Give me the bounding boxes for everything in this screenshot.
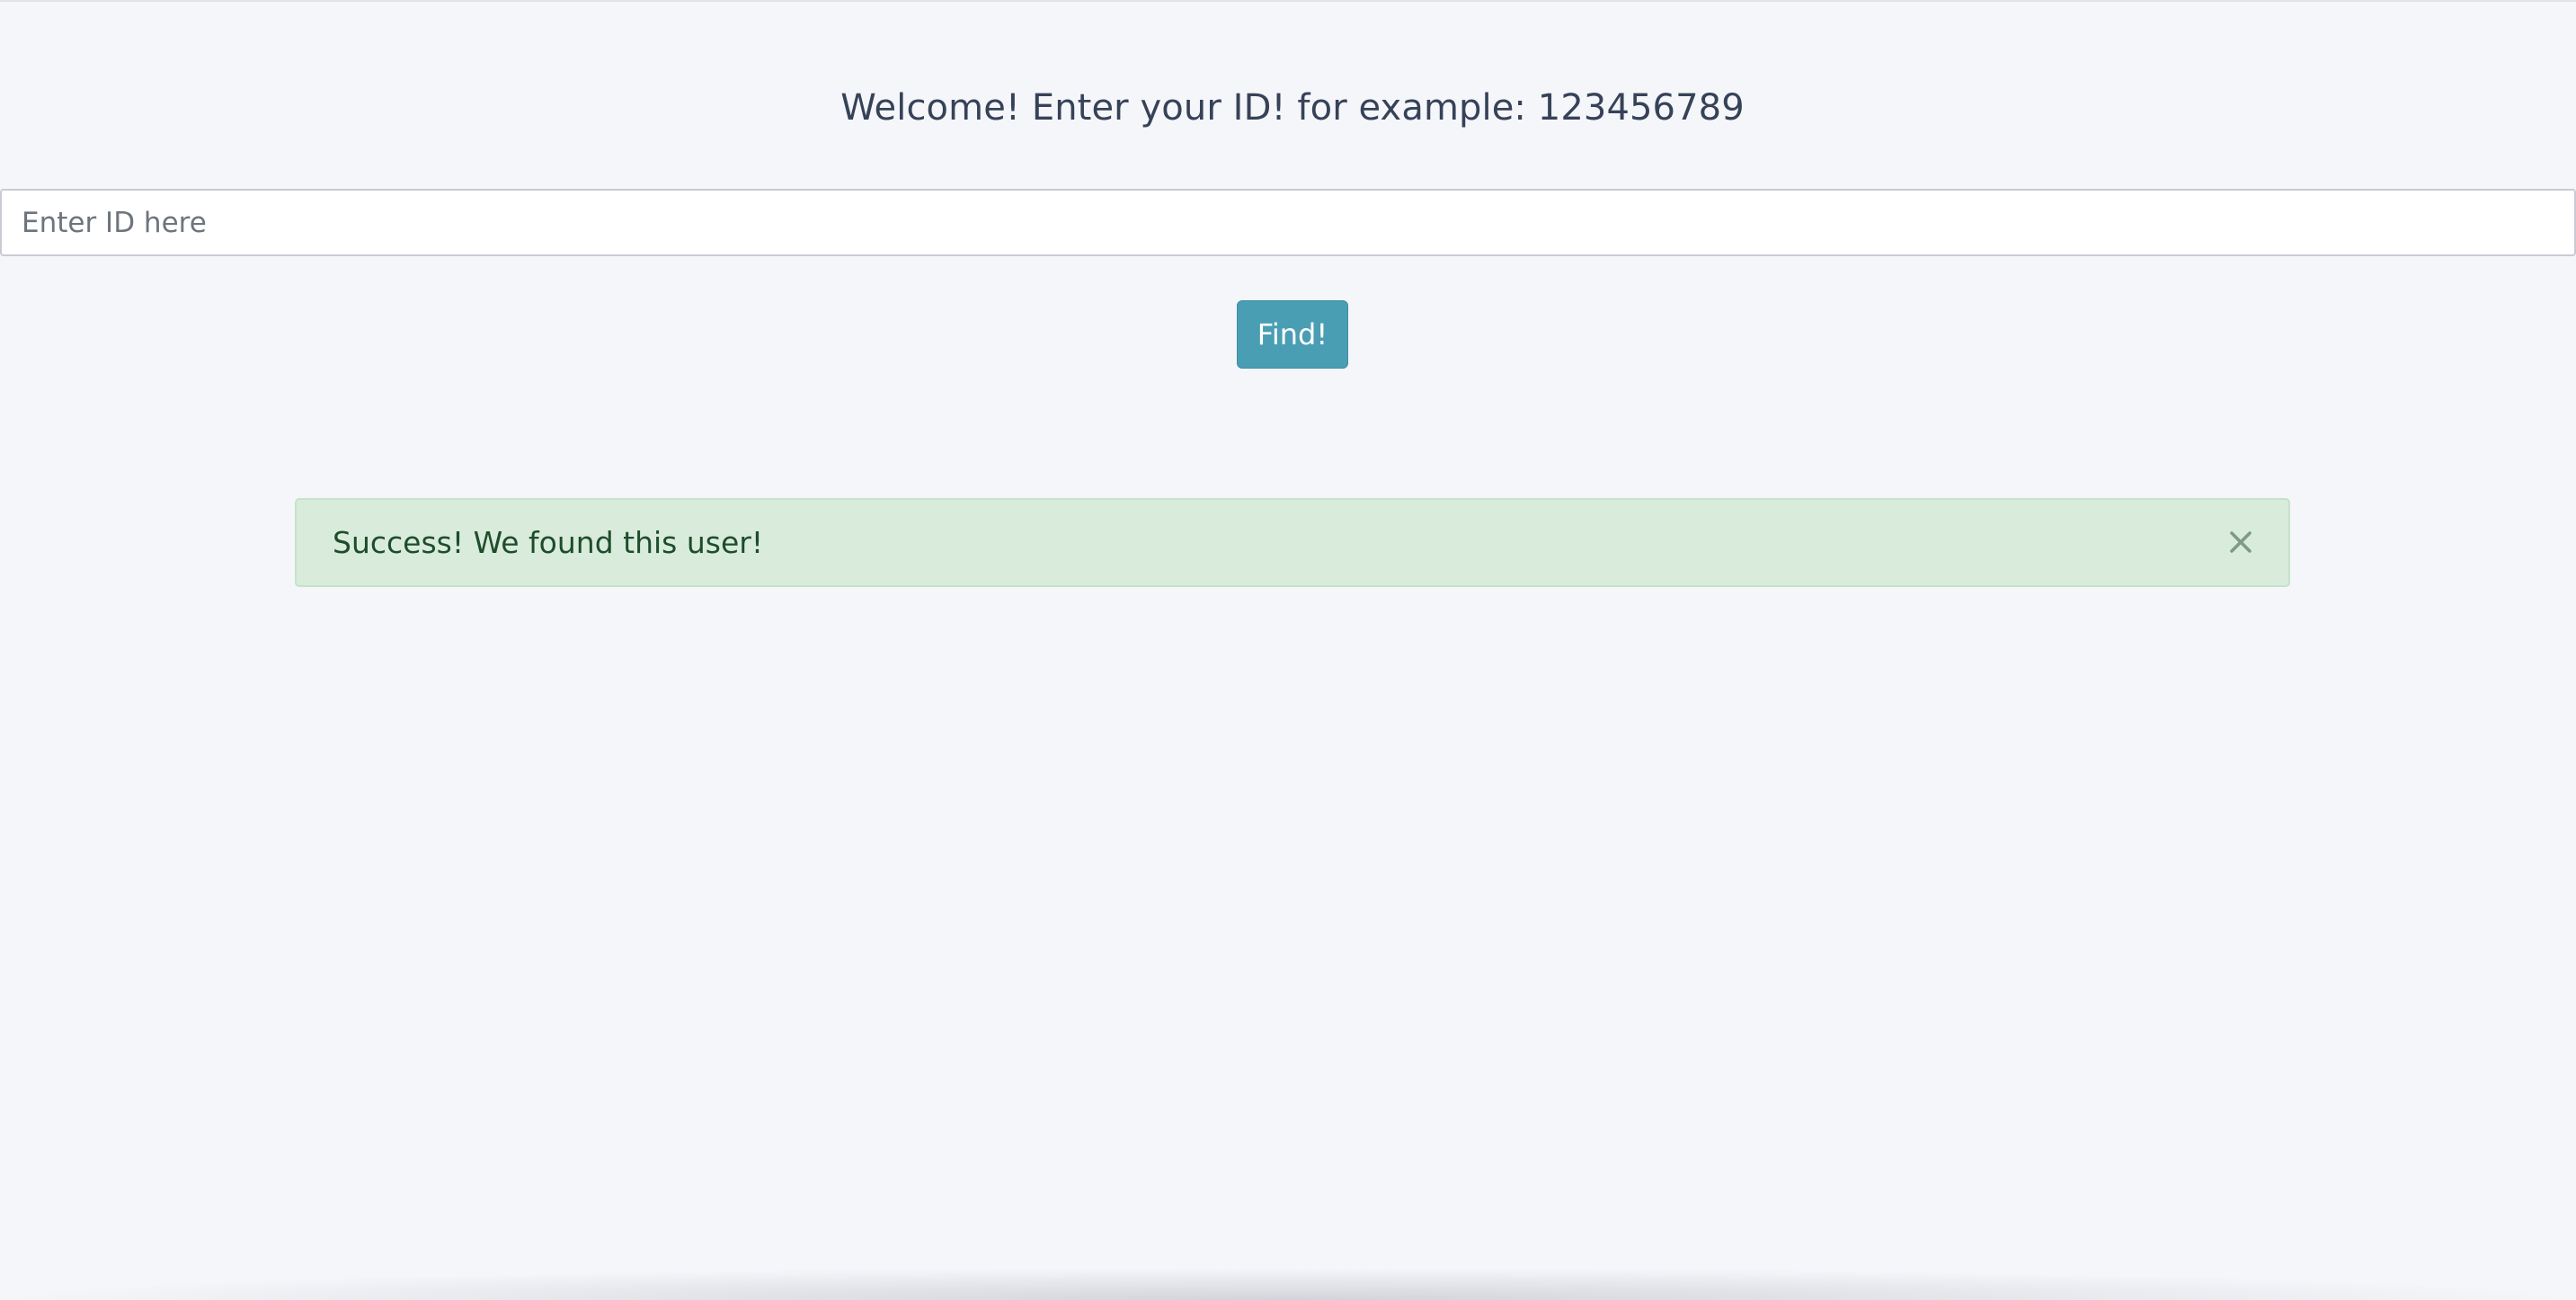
id-input[interactable] xyxy=(0,189,2576,256)
close-icon-glyph xyxy=(2230,531,2252,553)
alert-message: Success! We found this user! xyxy=(333,500,763,585)
alert-strong-text: Success! xyxy=(333,525,465,560)
success-alert: Success! We found this user! xyxy=(295,498,2290,587)
bottom-shadow xyxy=(0,1268,2576,1300)
top-divider xyxy=(0,0,2576,2)
alert-body-text: We found this user! xyxy=(464,525,764,560)
close-icon[interactable] xyxy=(2227,529,2254,556)
page-title: Welcome! Enter your ID! for example: 123… xyxy=(840,87,1745,129)
find-button[interactable]: Find! xyxy=(1237,300,1348,369)
